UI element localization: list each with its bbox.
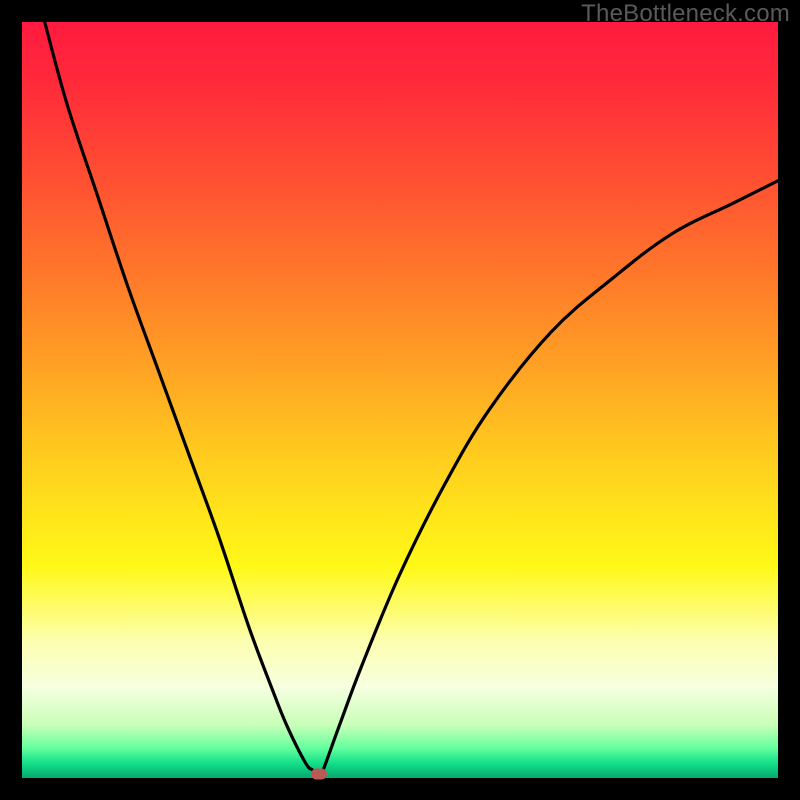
curve-line: [22, 22, 778, 778]
watermark-text: TheBottleneck.com: [581, 0, 790, 28]
chart-frame: TheBottleneck.com: [0, 0, 800, 800]
optimum-marker: [311, 769, 327, 780]
plot-area: [22, 22, 778, 778]
